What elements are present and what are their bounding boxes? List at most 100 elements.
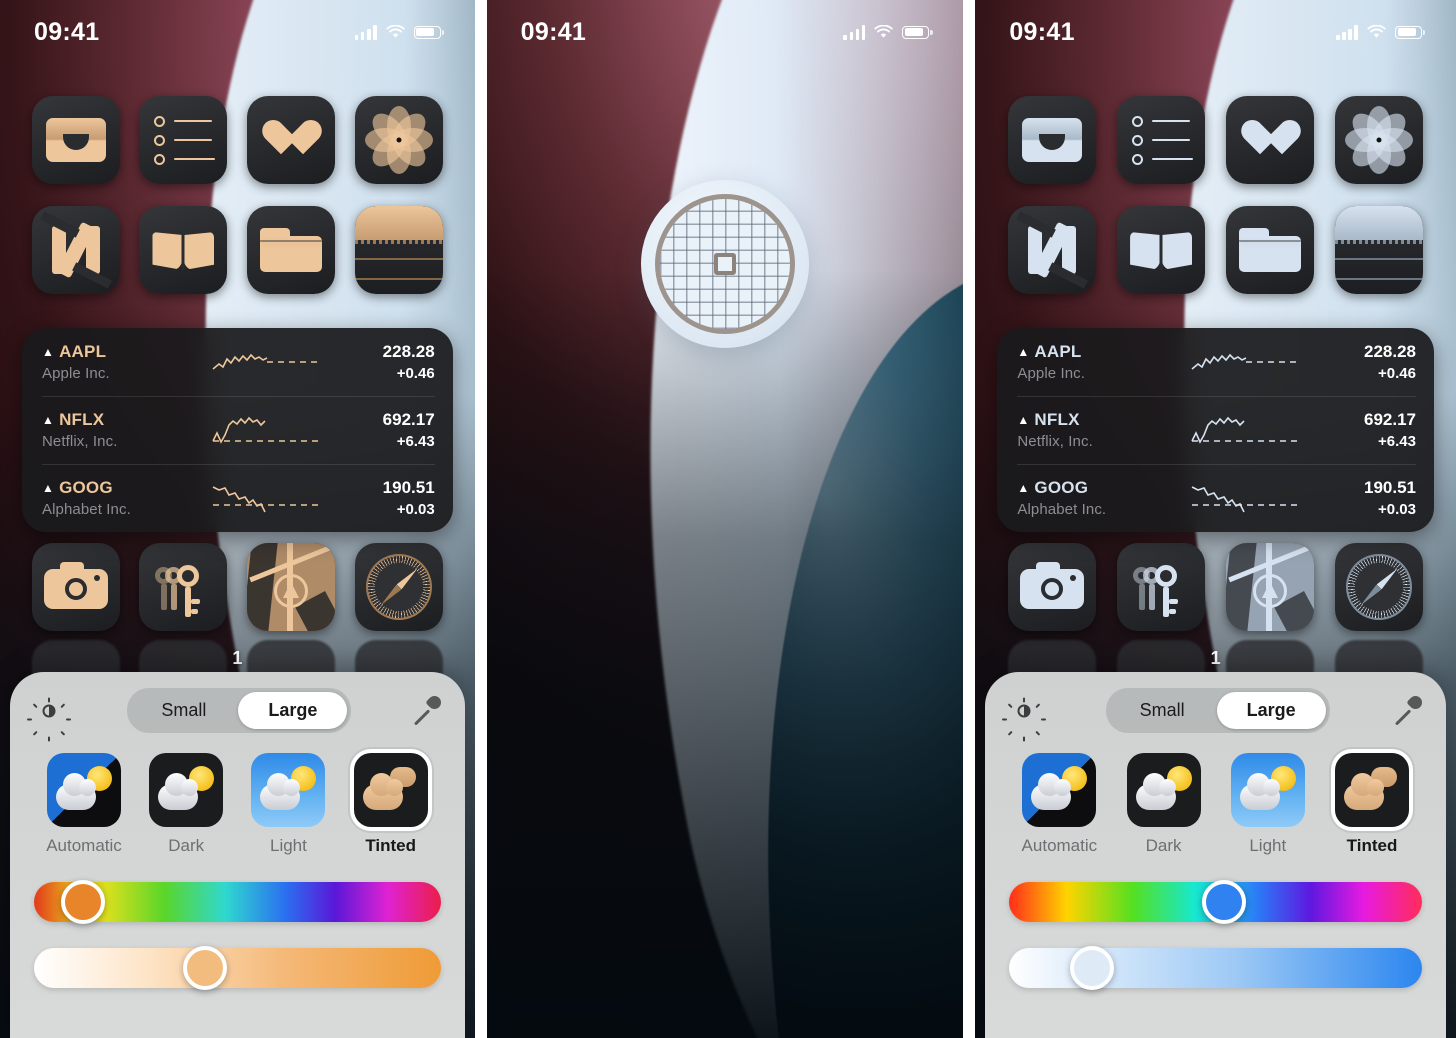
stock-change: +6.43	[1378, 433, 1416, 450]
table-row[interactable]: ▲ NFLX Netflix, Inc. 692.17 +6.43	[997, 396, 1434, 464]
mode-label: Automatic	[46, 836, 122, 855]
camera-icon[interactable]	[1007, 543, 1096, 631]
stock-company: Alphabet Inc.	[1017, 501, 1107, 518]
page-indicator: 1	[1210, 648, 1221, 668]
wallet-icon[interactable]	[31, 96, 120, 184]
mode-tinted[interactable]: Tinted	[343, 753, 439, 856]
intensity-slider[interactable]	[34, 946, 441, 990]
stocks-widget[interactable]: ▲ AAPL Apple Inc. 228.28 +0.46 ▲ NFLX Netf…	[997, 328, 1434, 532]
app-grid	[0, 96, 475, 294]
trend-up-icon: ▲	[42, 345, 55, 359]
hue-slider[interactable]	[1009, 880, 1422, 924]
hue-slider-knob[interactable]	[60, 880, 105, 924]
cellular-signal-icon	[843, 24, 866, 40]
camera-icon[interactable]	[31, 543, 120, 631]
wallpaper	[486, 0, 964, 1038]
table-row[interactable]: ▲ AAPL Apple Inc. 228.28 +0.46	[997, 328, 1434, 396]
sparkline-chart	[192, 478, 343, 518]
journal-icon[interactable]	[354, 206, 443, 294]
three-panel-comparison: 09:41 ▲ AAPL Apple Inc. 228.28 +0.46 ▲ N…	[0, 0, 1456, 1038]
stock-symbol: NFLX	[59, 410, 105, 429]
sparkline-chart	[1167, 342, 1324, 382]
brightness-icon[interactable]	[27, 694, 71, 741]
news-icon[interactable]	[31, 206, 120, 294]
cellular-signal-icon	[354, 24, 377, 40]
mode-automatic[interactable]: Automatic	[36, 753, 132, 856]
stocks-widget[interactable]: ▲ AAPL Apple Inc. 228.28 +0.46 ▲ NFLX Netf…	[22, 328, 453, 532]
passwords-keys-icon[interactable]	[139, 543, 228, 631]
table-row[interactable]: ▲ AAPL Apple Inc. 228.28 +0.46	[22, 328, 453, 396]
mode-label: Light	[270, 836, 307, 855]
safari-compass-icon[interactable]	[1335, 543, 1424, 631]
stock-symbol: NFLX	[1034, 410, 1080, 429]
files-folder-icon[interactable]	[1226, 206, 1315, 294]
passwords-keys-icon[interactable]	[1117, 543, 1206, 631]
stock-company: Netflix, Inc.	[42, 433, 118, 450]
status-clock: 09:41	[520, 17, 587, 46]
stock-price: 692.17	[1364, 410, 1416, 429]
stock-company: Netflix, Inc.	[1017, 433, 1093, 450]
stock-company: Apple Inc.	[42, 365, 110, 382]
size-segmented-control: Small Large	[127, 688, 352, 733]
grid-circle-icon	[641, 180, 809, 348]
panel-divider	[474, 0, 487, 1038]
safari-compass-icon[interactable]	[354, 543, 443, 631]
status-bar: 09:41	[975, 0, 1456, 64]
dock	[975, 543, 1456, 631]
news-icon[interactable]	[1007, 206, 1096, 294]
mode-tinted[interactable]: Tinted	[1324, 753, 1420, 856]
stock-symbol: AAPL	[59, 342, 107, 361]
intensity-slider[interactable]	[1009, 946, 1422, 990]
table-row[interactable]: ▲ GOOG Alphabet Inc. 190.51 +0.03	[22, 464, 453, 532]
panel-wallpaper: 09:41	[486, 0, 964, 1038]
health-heart-icon[interactable]	[1226, 96, 1315, 184]
mode-label: Light	[1249, 836, 1287, 855]
panel-cool-tint: 09:41 ▲ AAPL Apple Inc. 228.28 +0.46 ▲ N…	[975, 0, 1456, 1038]
wallet-icon[interactable]	[1007, 96, 1096, 184]
intensity-slider-knob[interactable]	[182, 946, 227, 990]
files-folder-icon[interactable]	[247, 206, 336, 294]
appearance-editor-sheet: Small Large Automatic Dark Light Tinted	[985, 672, 1446, 1038]
app-grid	[975, 96, 1456, 294]
battery-icon	[1395, 25, 1426, 39]
tab-large[interactable]: Large	[238, 692, 348, 729]
reminders-icon[interactable]	[139, 96, 228, 184]
mode-dark[interactable]: Dark	[1116, 753, 1212, 856]
eyedropper-icon[interactable]	[1394, 692, 1425, 728]
table-row[interactable]: ▲ NFLX Netflix, Inc. 692.17 +6.43	[22, 396, 453, 464]
tab-large[interactable]: Large	[1216, 692, 1326, 729]
mode-label: Tinted	[365, 836, 416, 855]
trend-up-icon: ▲	[1017, 481, 1030, 495]
mode-light[interactable]: Light	[1220, 753, 1316, 856]
brightness-icon[interactable]	[1002, 694, 1047, 741]
stock-change: +0.03	[396, 501, 435, 518]
maps-icon[interactable]	[1226, 543, 1315, 631]
sparkline-chart	[1167, 478, 1324, 518]
tab-small[interactable]: Small	[131, 692, 236, 729]
maps-icon[interactable]	[247, 543, 336, 631]
status-clock: 09:41	[34, 17, 100, 46]
page-indicator: 1	[232, 648, 243, 668]
stock-company: Apple Inc.	[1017, 365, 1086, 382]
reminders-icon[interactable]	[1117, 96, 1206, 184]
stock-change: +0.46	[396, 365, 435, 382]
health-heart-icon[interactable]	[247, 96, 336, 184]
mode-dark[interactable]: Dark	[138, 753, 234, 856]
hue-slider-knob[interactable]	[1201, 880, 1246, 924]
books-icon[interactable]	[139, 206, 228, 294]
eyedropper-icon[interactable]	[413, 692, 444, 728]
books-icon[interactable]	[1117, 206, 1206, 294]
journal-icon[interactable]	[1335, 206, 1424, 294]
photos-flower-icon[interactable]	[1335, 96, 1424, 184]
tab-small[interactable]: Small	[1110, 692, 1215, 729]
intensity-slider-knob[interactable]	[1069, 946, 1114, 990]
stock-change: +0.03	[1378, 501, 1416, 518]
panel-divider	[963, 0, 976, 1038]
table-row[interactable]: ▲ GOOG Alphabet Inc. 190.51 +0.03	[997, 464, 1434, 532]
hue-slider[interactable]	[34, 880, 441, 924]
mode-automatic[interactable]: Automatic	[1011, 753, 1107, 856]
mode-light[interactable]: Light	[240, 753, 336, 856]
stock-symbol: GOOG	[59, 478, 113, 497]
photos-flower-icon[interactable]	[354, 96, 443, 184]
sparkline-chart	[192, 342, 343, 382]
